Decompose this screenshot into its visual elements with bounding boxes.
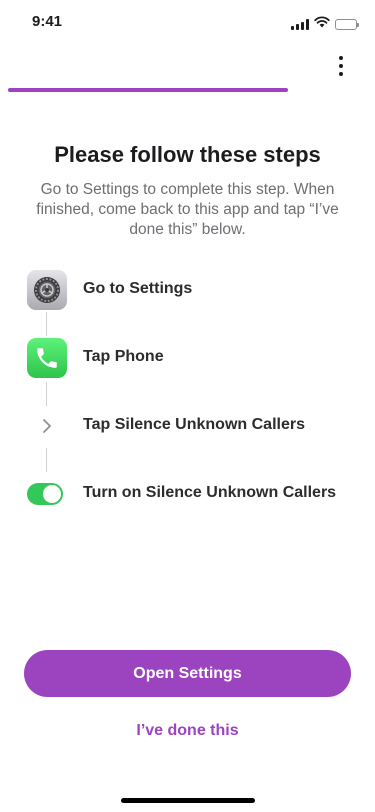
battery-icon xyxy=(335,18,359,30)
wifi-icon xyxy=(314,15,330,33)
step-label: Tap Phone xyxy=(83,348,164,365)
step-connector xyxy=(46,448,47,472)
page-title: Please follow these steps xyxy=(54,142,321,167)
settings-icon xyxy=(27,270,67,310)
step-label: Turn on Silence Unknown Callers xyxy=(83,484,337,501)
toggle-on-icon xyxy=(27,483,63,505)
step-label: Go to Settings xyxy=(83,280,193,297)
progress-fill xyxy=(8,88,289,92)
status-bar: 9:41 xyxy=(0,0,375,44)
status-icons xyxy=(291,15,359,33)
ive-done-this-button[interactable]: I’ve done this xyxy=(0,722,375,740)
step-connector xyxy=(46,312,47,336)
phone-icon xyxy=(27,338,67,378)
chevron-right-icon xyxy=(43,419,51,433)
step-item-turn-on-silence-unknown-callers: Turn on Silence Unknown Callers xyxy=(0,472,375,516)
vertical-ellipsis-icon xyxy=(339,56,343,60)
status-time: 9:41 xyxy=(32,13,63,30)
step-item-go-to-settings: Go to Settings xyxy=(0,268,375,312)
step-item-tap-phone: Tap Phone xyxy=(0,336,375,380)
step-connector xyxy=(46,382,47,406)
step-item-tap-silence-unknown-callers: Tap Silence Unknown Callers xyxy=(0,404,375,448)
more-options-button[interactable] xyxy=(329,52,353,80)
home-indicator xyxy=(121,798,255,803)
step-label: Tap Silence Unknown Callers xyxy=(83,416,305,433)
page-subtitle: Go to Settings to complete this step. Wh… xyxy=(36,181,339,238)
cellular-signal-icon xyxy=(291,18,309,30)
progress-bar xyxy=(8,88,367,92)
open-settings-button[interactable]: Open Settings xyxy=(24,650,351,697)
